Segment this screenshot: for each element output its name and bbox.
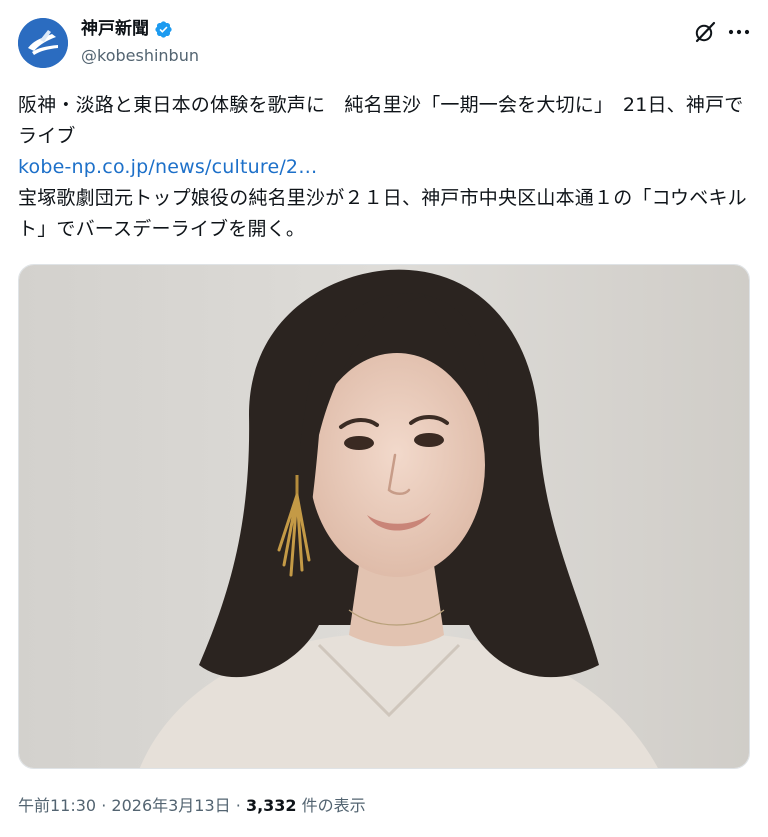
article-link[interactable]: kobe-np.co.jp/news/culture/2…	[18, 152, 750, 183]
views-count: 3,332	[245, 796, 297, 815]
grok-icon[interactable]	[693, 20, 717, 44]
post-headline: 阪神・淡路と東日本の体験を歌声に 純名里沙「一期一会を大切に」 21日、神戸でラ…	[18, 94, 744, 147]
account-name-row[interactable]: 神戸新聞	[81, 18, 173, 40]
kobe-shinbun-logo-icon	[18, 18, 68, 68]
post-photo[interactable]	[18, 264, 750, 769]
views-label: 件の表示	[301, 796, 366, 815]
account-avatar[interactable]	[18, 18, 68, 68]
verified-badge-icon	[155, 20, 172, 38]
post-metadata: 午前11:30 · 2026年3月13日 · 3,332 件の表示	[18, 795, 366, 817]
post-time[interactable]: 午前11:30	[18, 796, 96, 815]
portrait-photo-image	[19, 265, 749, 768]
meta-separator: ·	[235, 796, 241, 815]
account-handle[interactable]: @kobeshinbun	[81, 46, 199, 66]
meta-separator: ·	[101, 796, 107, 815]
more-options-icon[interactable]	[726, 20, 752, 44]
post-body: 宝塚歌劇団元トップ娘役の純名里沙が２１日、神戸市中央区山本通１の「コウベキルト」…	[18, 187, 747, 240]
tweet-text: 阪神・淡路と東日本の体験を歌声に 純名里沙「一期一会を大切に」 21日、神戸でラ…	[18, 90, 750, 245]
display-name[interactable]: 神戸新聞	[81, 18, 149, 40]
post-date[interactable]: 2026年3月13日	[111, 796, 230, 815]
